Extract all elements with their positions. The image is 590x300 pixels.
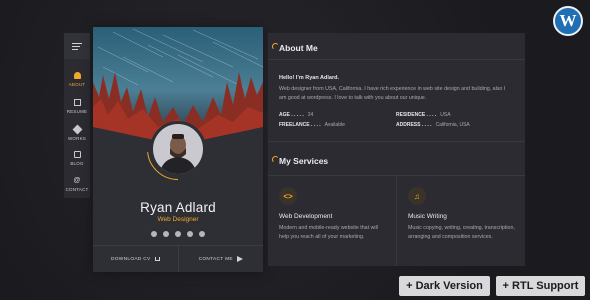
info-value: California, USA bbox=[435, 122, 470, 128]
contact-me-button[interactable]: CONTACT ME bbox=[177, 246, 264, 272]
dribbble-icon[interactable] bbox=[151, 231, 157, 237]
profile-role: Web Designer bbox=[157, 216, 199, 223]
service-title: Music Writing bbox=[408, 213, 447, 220]
info-value: 24 bbox=[307, 112, 314, 118]
spotify-icon[interactable] bbox=[187, 231, 193, 237]
wordpress-logo-icon: W bbox=[553, 6, 583, 36]
at-icon: @ bbox=[73, 176, 81, 184]
menu-toggle-button[interactable] bbox=[64, 33, 90, 59]
section-dot-icon bbox=[272, 43, 279, 50]
info-address: ADDRESS . . . . California, USA bbox=[396, 122, 470, 128]
profile-name: Ryan Adlard bbox=[140, 200, 216, 215]
social-links bbox=[93, 231, 263, 237]
nav-item-contact[interactable]: @ CONTACT bbox=[64, 171, 90, 197]
info-value: Available bbox=[324, 122, 345, 128]
user-icon bbox=[73, 71, 81, 79]
document-icon bbox=[73, 98, 81, 106]
music-note-icon: ♫ bbox=[408, 187, 426, 205]
chat-icon bbox=[73, 150, 81, 158]
card-footer: DOWNLOAD CV CONTACT ME bbox=[93, 245, 263, 272]
about-title: About Me bbox=[279, 43, 318, 53]
info-freelance: FREELANCE . . . . Available bbox=[279, 122, 345, 128]
info-key: AGE . . . . . bbox=[279, 112, 304, 118]
download-cv-button[interactable]: DOWNLOAD CV bbox=[93, 246, 178, 272]
pen-icon bbox=[72, 124, 82, 135]
content-panel: About Me Hello! I’m Ryan Adlard. Web des… bbox=[268, 33, 525, 266]
service-title: Web Development bbox=[279, 213, 333, 220]
profile-card: Ryan Adlard Web Designer DOWNLOAD CV CON… bbox=[93, 27, 263, 272]
contact-me-label: CONTACT ME bbox=[198, 256, 233, 262]
service-text: Modern and mobile-ready website that wil… bbox=[279, 225, 378, 240]
section-divider bbox=[268, 59, 525, 60]
dark-version-badge: + Dark Version bbox=[399, 276, 490, 296]
info-age: AGE . . . . . 24 bbox=[279, 112, 313, 118]
info-key: RESIDENCE . . . . bbox=[396, 112, 437, 118]
side-nav: ABOUT RESUME WORKS BLOG @ CONTACT bbox=[64, 33, 90, 198]
send-icon bbox=[236, 256, 243, 262]
nav-item-label: BLOG bbox=[70, 160, 84, 166]
nav-item-resume[interactable]: RESUME bbox=[64, 93, 90, 119]
nav-item-works[interactable]: WORKS bbox=[64, 119, 90, 145]
twitter-icon[interactable] bbox=[163, 231, 169, 237]
info-residence: RESIDENCE . . . . USA bbox=[396, 112, 451, 118]
info-key: FREELANCE . . . . bbox=[279, 122, 321, 128]
hamburger-icon bbox=[72, 42, 82, 50]
about-bio: Web designer from USA, California. I hav… bbox=[279, 86, 506, 101]
nav-item-label: WORKS bbox=[67, 136, 86, 141]
services-title: My Services bbox=[279, 156, 329, 166]
download-cv-label: DOWNLOAD CV bbox=[110, 256, 151, 262]
github-icon[interactable] bbox=[175, 231, 181, 237]
nav-item-label: ABOUT bbox=[68, 81, 86, 87]
nav-item-label: CONTACT bbox=[65, 186, 89, 192]
rtl-support-badge: + RTL Support bbox=[496, 276, 585, 296]
section-dot-icon bbox=[272, 156, 279, 163]
nav-item-blog[interactable]: BLOG bbox=[64, 145, 90, 171]
about-greeting: Hello! I’m Ryan Adlard. bbox=[279, 75, 340, 81]
section-divider bbox=[268, 141, 525, 142]
services-divider bbox=[396, 176, 397, 266]
avatar bbox=[150, 121, 206, 177]
info-key: ADDRESS . . . . bbox=[396, 122, 432, 128]
code-icon: <> bbox=[279, 187, 297, 205]
stackoverflow-icon[interactable] bbox=[199, 231, 205, 237]
nav-item-about[interactable]: ABOUT bbox=[64, 66, 90, 92]
service-text: Music copying, writing, creating, transc… bbox=[408, 225, 515, 240]
nav-item-label: RESUME bbox=[66, 108, 88, 114]
info-value: USA bbox=[440, 112, 451, 118]
download-icon bbox=[154, 257, 160, 261]
